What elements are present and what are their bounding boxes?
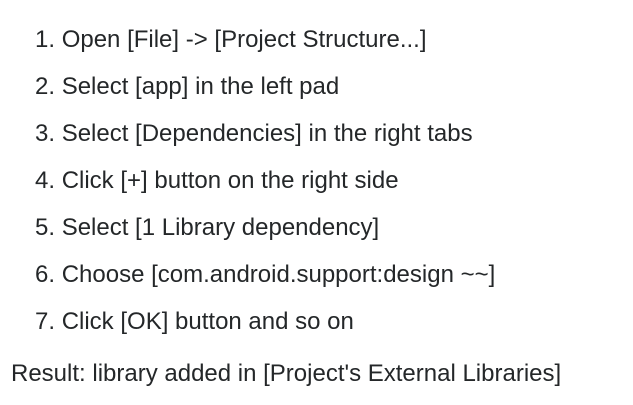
step-text: Choose [com.android.support:design ~~] (61, 261, 496, 288)
step-item: 1. Open [File] -> [Project Structure...] (35, 16, 495, 63)
step-number: 6. (35, 261, 56, 288)
step-number: 3. (35, 120, 56, 147)
step-item: 3. Select [Dependencies] in the right ta… (35, 110, 495, 157)
step-item: 5. Select [1 Library dependency] (35, 204, 495, 251)
steps-list: 1. Open [File] -> [Project Structure...]… (35, 16, 495, 345)
step-number: 5. (35, 214, 56, 241)
result-text: Result: library added in [Project's Exte… (11, 360, 562, 387)
step-item: 7. Click [OK] button and so on (35, 298, 495, 345)
step-number: 7. (35, 308, 56, 335)
step-number: 2. (35, 73, 56, 100)
step-item: 6. Choose [com.android.support:design ~~… (35, 251, 495, 298)
step-number: 1. (35, 26, 56, 53)
step-item: 2. Select [app] in the left pad (35, 63, 495, 110)
step-text: Select [app] in the left pad (61, 73, 340, 100)
step-number: 4. (35, 167, 56, 194)
step-text: Select [Dependencies] in the right tabs (61, 120, 473, 147)
step-text: Click [OK] button and so on (61, 308, 354, 335)
step-text: Select [1 Library dependency] (61, 214, 380, 241)
step-text: Click [+] button on the right side (61, 167, 399, 194)
step-text: Open [File] -> [Project Structure...] (61, 26, 427, 53)
step-item: 4. Click [+] button on the right side (35, 157, 495, 204)
